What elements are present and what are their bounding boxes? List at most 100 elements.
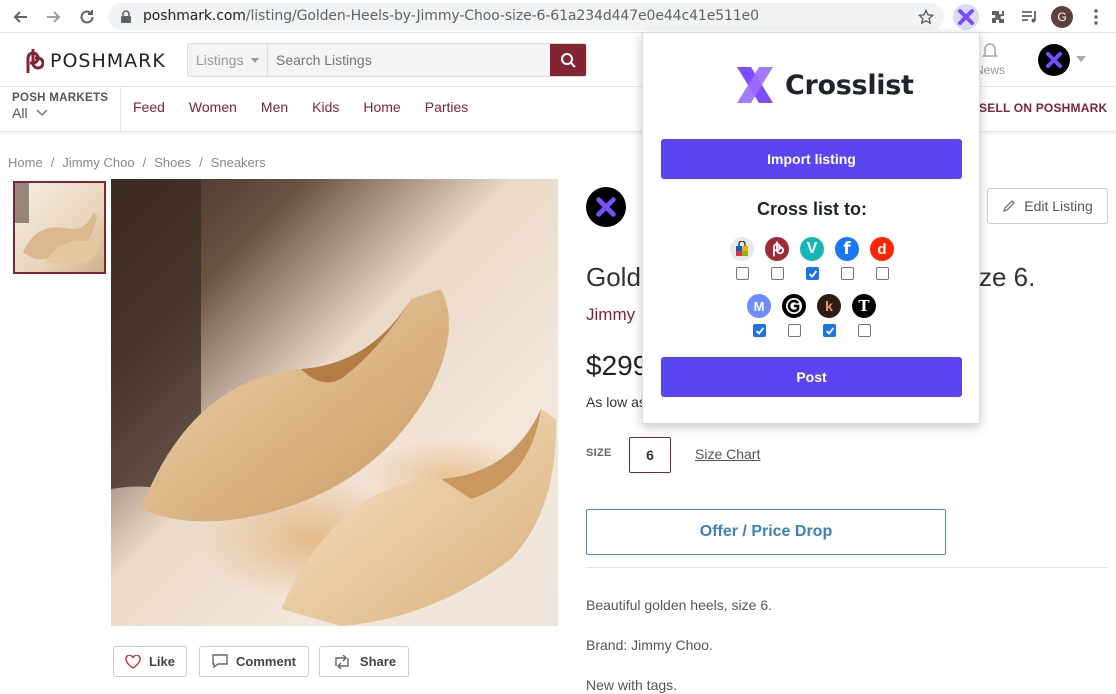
breadcrumb: Home / Jimmy Choo / Shoes / Sneakers — [8, 155, 266, 170]
mercari-checkbox[interactable] — [753, 324, 766, 337]
posh-markets-title: POSH MARKETS — [12, 92, 109, 104]
search-icon — [561, 53, 576, 68]
description-line: New with tags. — [586, 677, 678, 693]
grailed-checkbox[interactable] — [788, 324, 801, 337]
bell-icon — [982, 43, 998, 57]
like-label: Like — [148, 654, 175, 669]
breadcrumb-brand[interactable]: Jimmy Choo — [62, 155, 134, 170]
comment-icon — [212, 654, 228, 669]
posh-markets-selector[interactable]: POSH MARKETS All — [0, 87, 121, 131]
offer-price-drop-button[interactable]: Offer / Price Drop — [586, 509, 946, 555]
depop-checkbox[interactable] — [876, 267, 889, 280]
facebook-icon: f — [835, 237, 859, 261]
nav-parties[interactable]: Parties — [425, 99, 469, 115]
search-category-select[interactable]: Listings — [188, 44, 268, 76]
search-button[interactable] — [550, 44, 586, 76]
comment-label: Comment — [236, 654, 296, 669]
check-icon — [825, 326, 834, 335]
edit-listing-label: Edit Listing — [1024, 198, 1093, 214]
crosslist-extension-button[interactable] — [953, 4, 979, 30]
playlist-icon — [1022, 11, 1036, 23]
grailed-icon — [782, 294, 806, 318]
import-listing-button[interactable]: Import listing — [661, 139, 962, 179]
like-button[interactable]: Like — [113, 646, 187, 677]
user-avatar[interactable] — [1038, 44, 1070, 76]
crosslist-logo: Crosslist — [731, 61, 914, 109]
listing-thumbnail[interactable] — [13, 181, 106, 274]
address-bar[interactable]: poshmark.com/listing/Golden-Heels-by-Jim… — [108, 3, 944, 30]
back-button[interactable] — [10, 6, 32, 28]
size-option[interactable]: 6 — [629, 437, 671, 473]
breadcrumb-subcategory[interactable]: Sneakers — [211, 155, 266, 170]
bookmark-star-icon[interactable] — [918, 9, 934, 25]
user-menu-chevron-icon[interactable] — [1076, 56, 1086, 62]
post-button[interactable]: Post — [661, 357, 962, 397]
share-label: Share — [359, 654, 397, 669]
browser-menu-button[interactable] — [1083, 4, 1109, 30]
crosslist-x-icon — [958, 9, 974, 25]
share-icon — [335, 654, 349, 669]
extensions-button[interactable] — [985, 4, 1011, 30]
listing-price: $299 — [586, 350, 649, 381]
comment-button[interactable]: Comment — [199, 646, 309, 677]
poshmark-icon — [765, 237, 789, 261]
description-line: Brand: Jimmy Choo. — [586, 637, 713, 653]
chevron-down-icon — [251, 57, 260, 63]
tradesy-icon: T — [852, 294, 876, 318]
check-icon — [808, 269, 817, 278]
poshmark-logo[interactable]: POSHMARK — [22, 48, 166, 74]
nav-kids[interactable]: Kids — [312, 99, 339, 115]
back-arrow-icon — [13, 11, 27, 23]
share-button[interactable]: Share — [319, 646, 409, 677]
forward-button[interactable] — [42, 6, 64, 28]
crosslist-popup: Crosslist Import listing Cross list to: … — [642, 32, 980, 424]
main-listing-image[interactable] — [111, 179, 558, 626]
nav-men[interactable]: Men — [261, 99, 288, 115]
vinted-checkbox[interactable] — [806, 267, 819, 280]
golden-heels-photo — [111, 179, 557, 626]
breadcrumb-home[interactable]: Home — [8, 155, 43, 170]
nav-feed[interactable]: Feed — [133, 99, 165, 115]
heart-icon — [125, 654, 141, 669]
nav-women[interactable]: Women — [189, 99, 237, 115]
sell-on-poshmark-link[interactable]: SELL ON POSHMARK — [979, 101, 1107, 115]
kidizen-checkbox[interactable] — [823, 324, 836, 337]
media-control-button[interactable] — [1017, 4, 1043, 30]
profile-button[interactable]: G — [1049, 4, 1075, 30]
search-input[interactable] — [268, 44, 550, 76]
brand-link[interactable]: Jimmy — [586, 305, 635, 325]
category-nav: Feed Women Men Kids Home Parties — [133, 99, 492, 115]
url-host: poshmark.com — [143, 8, 246, 24]
depop-icon: d — [870, 237, 894, 261]
search-bar: Listings — [187, 43, 587, 77]
poshmark-checkbox[interactable] — [771, 267, 784, 280]
size-chart-link[interactable]: Size Chart — [695, 446, 760, 462]
size-label: SIZE — [586, 447, 612, 459]
tradesy-checkbox[interactable] — [858, 324, 871, 337]
reload-button[interactable] — [76, 6, 98, 28]
cross-list-heading: Cross list to: — [756, 199, 867, 219]
chevron-down-icon — [35, 109, 48, 117]
breadcrumb-category[interactable]: Shoes — [154, 155, 191, 170]
mercari-icon: M — [747, 294, 771, 318]
ebay-icon — [730, 237, 754, 261]
check-icon — [755, 326, 764, 335]
reload-icon — [80, 10, 94, 24]
listing-title-start: Gold — [586, 262, 641, 292]
pencil-icon — [1003, 200, 1016, 213]
divider — [586, 567, 1108, 568]
edit-listing-button[interactable]: Edit Listing — [987, 188, 1108, 224]
url-text: poshmark.com/listing/Golden-Heels-by-Jim… — [143, 8, 759, 24]
lock-icon — [121, 10, 131, 23]
ebay-checkbox[interactable] — [736, 267, 749, 280]
seller-avatar[interactable] — [586, 187, 626, 227]
facebook-checkbox[interactable] — [841, 267, 854, 280]
search-category-label: Listings — [196, 52, 244, 68]
profile-avatar: G — [1051, 6, 1073, 28]
url-path: /listing/Golden-Heels-by-Jimmy-Choo-size… — [245, 8, 759, 24]
description-line: Beautiful golden heels, size 6. — [586, 597, 773, 613]
nav-home[interactable]: Home — [363, 99, 400, 115]
kidizen-icon: k — [817, 294, 841, 318]
forward-arrow-icon — [47, 11, 61, 23]
vinted-icon: V — [800, 237, 824, 261]
